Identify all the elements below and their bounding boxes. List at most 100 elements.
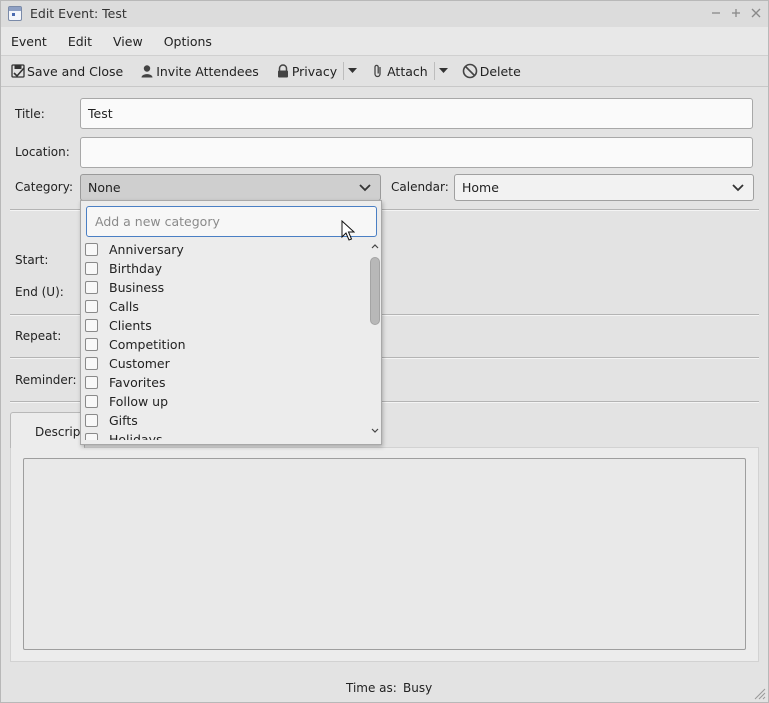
checkbox[interactable] bbox=[85, 414, 98, 427]
category-item-label: Anniversary bbox=[109, 242, 184, 257]
category-scrollbar[interactable] bbox=[369, 240, 380, 442]
minimize-button[interactable] bbox=[707, 4, 725, 22]
tab-description[interactable]: Description bbox=[10, 412, 85, 448]
location-input[interactable] bbox=[80, 137, 753, 168]
scroll-thumb[interactable] bbox=[370, 257, 380, 325]
minimize-icon bbox=[712, 12, 720, 14]
checkbox[interactable] bbox=[85, 338, 98, 351]
reminder-label: Reminder: bbox=[15, 373, 77, 387]
category-item[interactable]: Business bbox=[81, 278, 368, 297]
category-item-label: Customer bbox=[109, 356, 170, 371]
checkbox[interactable] bbox=[85, 395, 98, 408]
maximize-button[interactable] bbox=[727, 4, 745, 22]
category-item-label: Gifts bbox=[109, 413, 138, 428]
delete-button[interactable]: Delete bbox=[462, 63, 521, 79]
edit-event-window: Edit Event: Test Event Edit View Options… bbox=[0, 0, 769, 703]
toolbar: Save and Close Invite Attendees Privacy … bbox=[1, 55, 768, 87]
person-icon bbox=[141, 65, 153, 78]
paperclip-icon bbox=[374, 64, 381, 78]
category-select-value: None bbox=[88, 180, 121, 195]
window-title: Edit Event: Test bbox=[30, 6, 127, 21]
calendar-select-value: Home bbox=[462, 180, 499, 195]
attach-button[interactable]: Attach bbox=[371, 64, 428, 79]
chevron-down-icon bbox=[732, 184, 744, 192]
checkbox[interactable] bbox=[85, 262, 98, 275]
checkbox[interactable] bbox=[85, 433, 98, 440]
category-item[interactable]: Follow up bbox=[81, 392, 368, 411]
title-input[interactable]: Test bbox=[80, 98, 753, 129]
category-item-label: Calls bbox=[109, 299, 139, 314]
category-item[interactable]: Gifts bbox=[81, 411, 368, 430]
category-popup: Anniversary Birthday Business Calls Clie… bbox=[80, 200, 382, 445]
location-label: Location: bbox=[15, 145, 70, 159]
checkbox[interactable] bbox=[85, 281, 98, 294]
dropdown-arrow-icon bbox=[348, 68, 358, 73]
title-input-value: Test bbox=[88, 106, 113, 121]
calendar-app-icon bbox=[8, 6, 22, 21]
mouse-cursor-icon bbox=[341, 220, 355, 241]
attach-dropdown-arrow[interactable] bbox=[433, 62, 452, 80]
save-and-close-label: Save and Close bbox=[27, 63, 124, 79]
menu-edit[interactable]: Edit bbox=[68, 34, 92, 49]
chevron-down-icon bbox=[359, 184, 371, 192]
new-category-input[interactable] bbox=[95, 214, 376, 229]
category-item[interactable]: Calls bbox=[81, 297, 368, 316]
category-item-label: Favorites bbox=[109, 375, 166, 390]
menu-event[interactable]: Event bbox=[11, 34, 47, 49]
checkbox[interactable] bbox=[85, 243, 98, 256]
checkbox[interactable] bbox=[85, 376, 98, 389]
checkbox[interactable] bbox=[85, 357, 98, 370]
close-button[interactable] bbox=[747, 4, 765, 22]
privacy-label: Privacy bbox=[291, 63, 338, 79]
time-as-value[interactable]: Busy bbox=[403, 681, 432, 695]
time-as-label: Time as: bbox=[346, 681, 397, 695]
maximize-icon bbox=[732, 9, 740, 17]
checkbox[interactable] bbox=[85, 319, 98, 332]
scroll-up-arrow[interactable] bbox=[369, 240, 380, 252]
scroll-down-arrow[interactable] bbox=[369, 424, 380, 436]
title-label: Title: bbox=[15, 107, 45, 121]
new-category-field[interactable] bbox=[86, 206, 377, 237]
invite-attendees-label: Invite Attendees bbox=[156, 63, 259, 79]
tab-description-label: Description bbox=[35, 425, 85, 439]
chevron-up-icon bbox=[371, 243, 378, 248]
category-item[interactable]: Holidays bbox=[81, 430, 368, 440]
save-and-close-button[interactable]: Save and Close bbox=[11, 64, 123, 79]
category-item[interactable]: Birthday bbox=[81, 259, 368, 278]
resize-grip-icon[interactable] bbox=[752, 686, 766, 700]
lock-icon bbox=[277, 64, 288, 78]
end-label: End (U): bbox=[15, 285, 64, 299]
category-item[interactable]: Customer bbox=[81, 354, 368, 373]
category-item-label: Holidays bbox=[109, 432, 163, 440]
category-item-label: Clients bbox=[109, 318, 152, 333]
chevron-down-icon bbox=[371, 428, 378, 433]
checkbox[interactable] bbox=[85, 300, 98, 313]
title-bar: Edit Event: Test bbox=[1, 1, 768, 27]
delete-icon bbox=[462, 63, 477, 79]
close-icon bbox=[751, 8, 761, 18]
category-item[interactable]: Competition bbox=[81, 335, 368, 354]
category-list: Anniversary Birthday Business Calls Clie… bbox=[81, 240, 368, 440]
menu-bar: Event Edit View Options bbox=[1, 27, 768, 55]
menu-view[interactable]: View bbox=[113, 34, 143, 49]
privacy-dropdown-arrow[interactable] bbox=[343, 62, 361, 80]
category-select[interactable]: None bbox=[80, 174, 381, 201]
category-item-label: Follow up bbox=[109, 394, 169, 409]
start-label: Start: bbox=[15, 253, 49, 267]
category-item-label: Business bbox=[109, 280, 165, 295]
category-item-label: Competition bbox=[109, 337, 186, 352]
repeat-label: Repeat: bbox=[15, 329, 62, 343]
description-textarea[interactable] bbox=[23, 458, 746, 650]
category-item[interactable]: Clients bbox=[81, 316, 368, 335]
invite-attendees-button[interactable]: Invite Attendees bbox=[140, 64, 259, 79]
privacy-button[interactable]: Privacy bbox=[276, 64, 337, 79]
category-label: Category: bbox=[15, 180, 73, 194]
category-item-label: Birthday bbox=[109, 261, 163, 276]
menu-options[interactable]: Options bbox=[164, 34, 212, 49]
attach-label: Attach bbox=[387, 63, 428, 79]
delete-label: Delete bbox=[479, 63, 521, 79]
calendar-select[interactable]: Home bbox=[454, 174, 754, 201]
category-item[interactable]: Favorites bbox=[81, 373, 368, 392]
calendar-label: Calendar: bbox=[391, 180, 449, 194]
category-item[interactable]: Anniversary bbox=[81, 240, 368, 259]
